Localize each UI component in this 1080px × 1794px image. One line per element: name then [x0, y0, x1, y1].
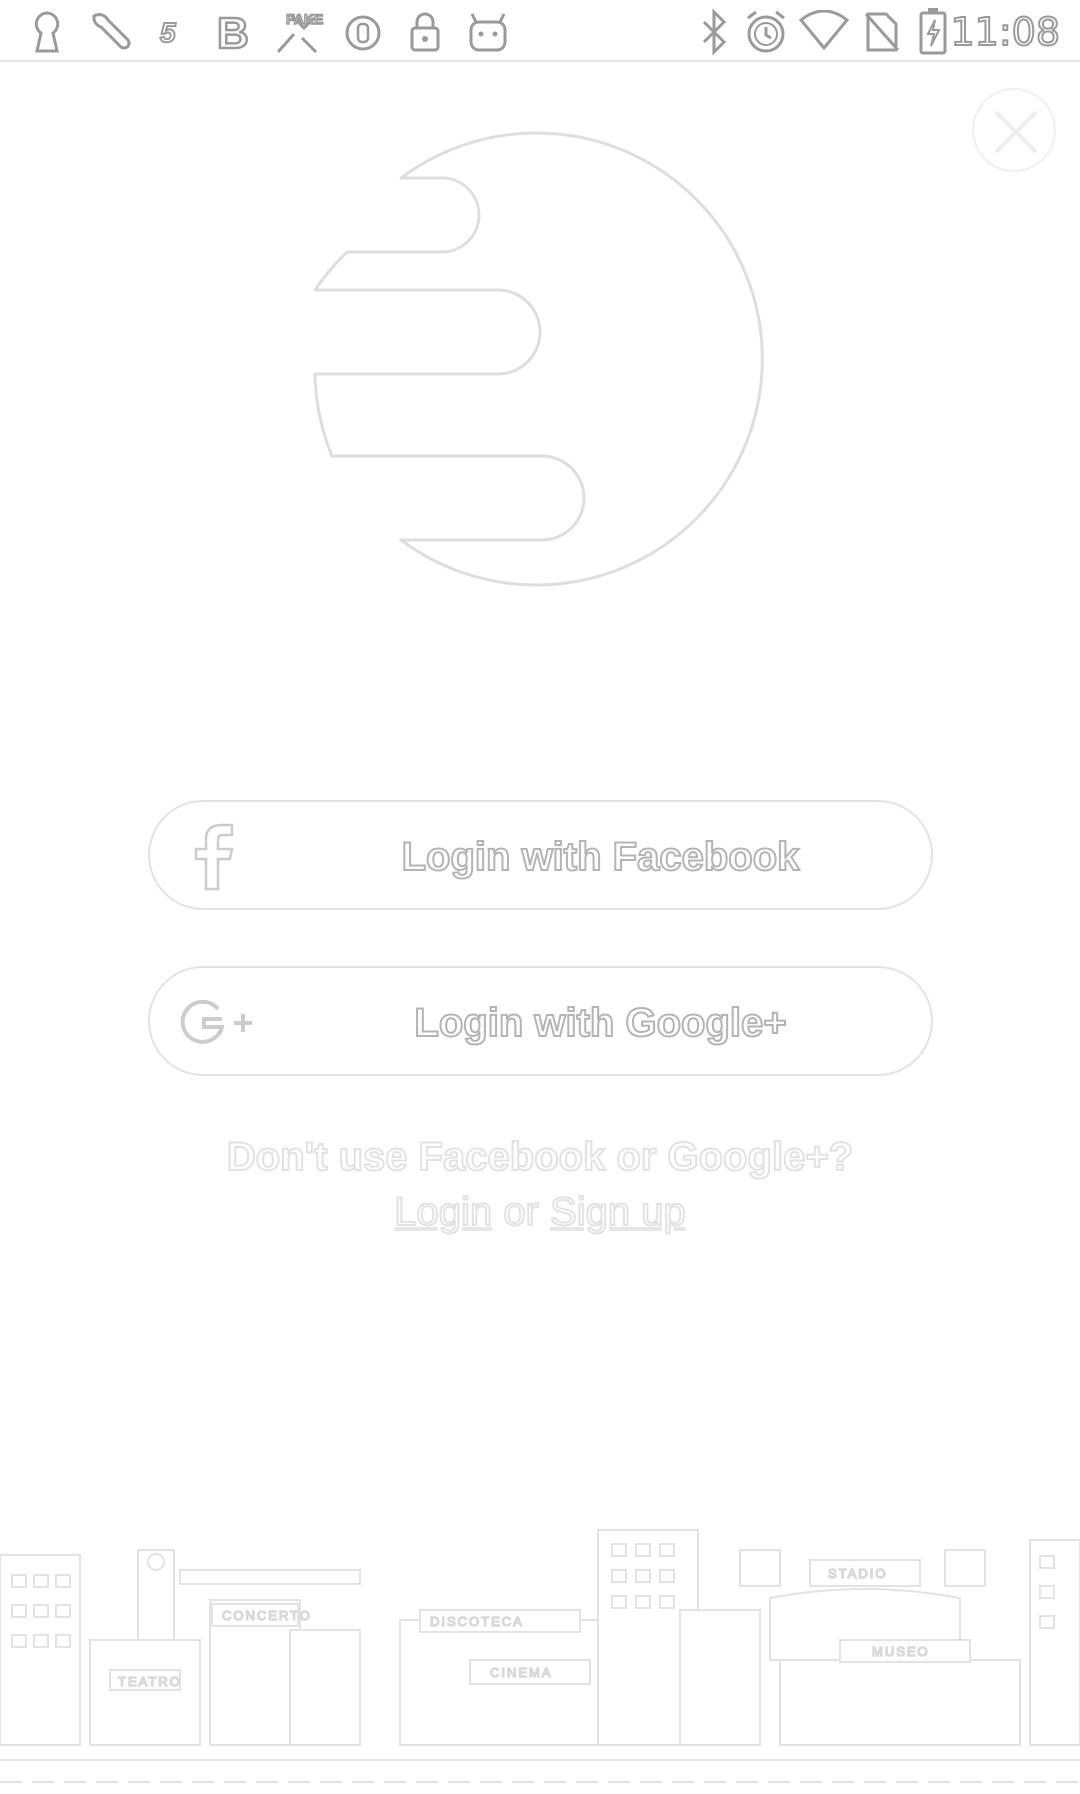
five-icon: 5: [159, 16, 177, 49]
bluetooth-icon: [702, 8, 727, 56]
svg-text:5: 5: [160, 17, 176, 48]
city-sign-museo: MUSEO: [872, 1644, 930, 1659]
city-sign-concerto: CONCERTO: [222, 1608, 312, 1623]
city-sign-cinema: CINEMA: [490, 1665, 553, 1680]
login-facebook-label: Login with Facebook: [401, 834, 801, 880]
keyhole-icon: [34, 11, 60, 53]
wrench-icon: [92, 13, 131, 50]
android-icon: [469, 13, 507, 52]
circle-icon: [345, 15, 381, 51]
alternate-login-prompt: Don't use Facebook or Google+?: [226, 1134, 854, 1180]
close-icon: [994, 110, 1038, 154]
alarm-icon: [747, 10, 785, 53]
no-sim-icon: [864, 12, 900, 52]
login-screen: 5 B FAKE 11:08 Login with Facebook Login…: [0, 0, 1080, 1794]
city-skyline-illustration: TEATRO CONCERTO DISCOTECA CINEMA STADIO …: [0, 1529, 1080, 1783]
login-google-label: Login with Google+: [413, 1000, 787, 1046]
status-bar: 5 B FAKE 11:08: [0, 0, 1080, 62]
alternate-login-links: Login or Sign up: [0, 1189, 1080, 1235]
login-link[interactable]: Login: [393, 1189, 493, 1235]
login-google-button[interactable]: Login with Google+: [148, 966, 933, 1076]
city-sign-stadio: STADIO: [828, 1566, 887, 1581]
or-separator: or: [502, 1189, 540, 1235]
battery-charging-icon: [919, 8, 947, 55]
city-sign-discoteca: DISCOTECA: [430, 1614, 524, 1629]
lock-icon: [410, 12, 440, 52]
close-button[interactable]: [972, 88, 1056, 172]
city-sign-teatro: TEATRO: [118, 1674, 182, 1689]
svg-text:B: B: [217, 9, 249, 56]
status-time: 11:08: [949, 9, 1061, 55]
svg-text:FAKE: FAKE: [286, 11, 323, 27]
fake-gps-icon: FAKE: [276, 10, 324, 54]
app-logo: [313, 131, 764, 587]
signup-link[interactable]: Sign up: [549, 1189, 687, 1235]
login-facebook-button[interactable]: Login with Facebook: [148, 800, 933, 910]
wifi-icon: [798, 10, 850, 51]
b-icon: B: [216, 8, 250, 56]
